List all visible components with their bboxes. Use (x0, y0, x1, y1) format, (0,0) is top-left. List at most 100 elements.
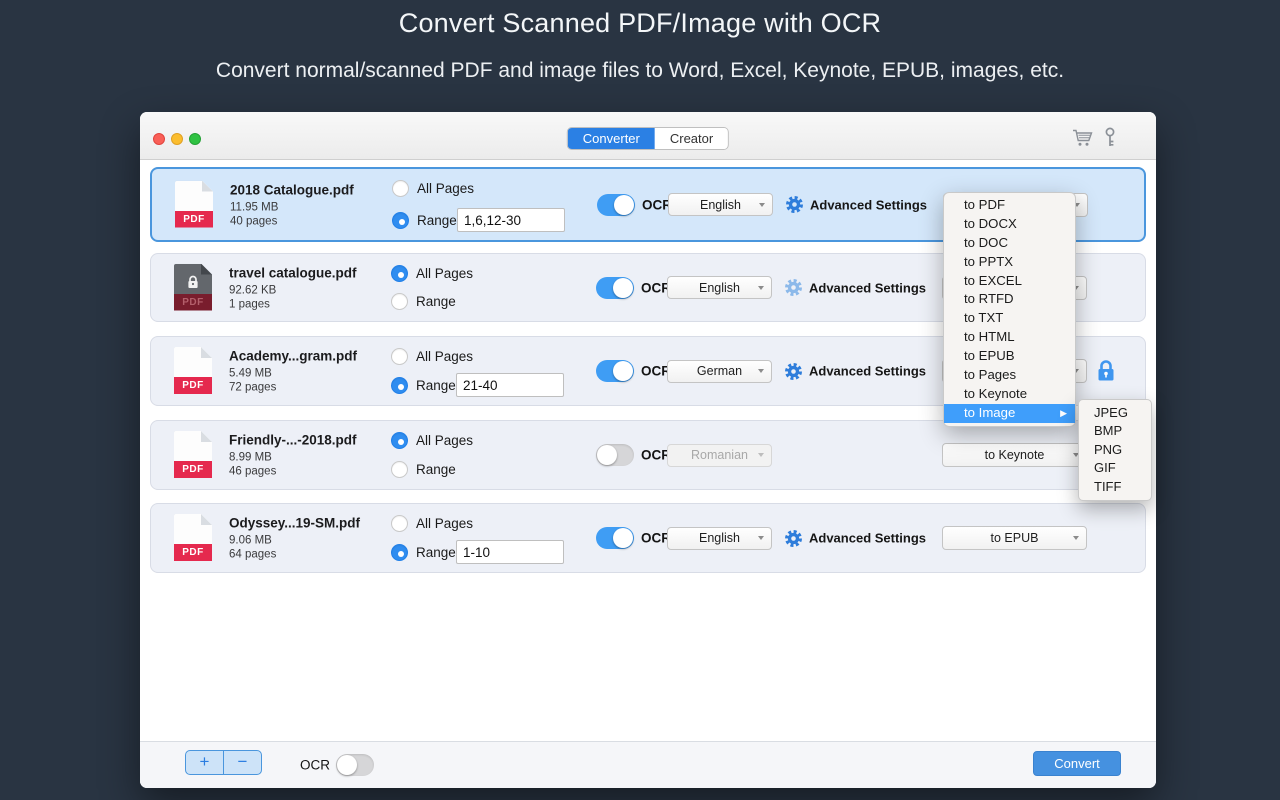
file-name: Academy...gram.pdf (229, 348, 358, 364)
key-icon[interactable] (1104, 127, 1116, 154)
pdf-badge: PDF (174, 377, 212, 394)
submenu-item-tiff[interactable]: TIFF (1079, 478, 1151, 496)
add-file-button[interactable]: + (186, 751, 223, 774)
locked-pdf-file-icon: PDF (174, 263, 212, 311)
language-select[interactable]: German (667, 359, 772, 383)
menu-item-to-excel[interactable]: to EXCEL (944, 272, 1075, 291)
pdf-badge: PDF (174, 544, 212, 561)
toggle-knob (337, 755, 357, 775)
file-name: Odyssey...19-SM.pdf (229, 515, 361, 531)
advanced-settings-link[interactable]: Advanced Settings (809, 280, 926, 295)
file-size: 92.62 KB (229, 284, 277, 296)
all-pages-radio[interactable]: All Pages (391, 348, 473, 365)
range-radio[interactable]: Range (391, 461, 456, 478)
toggle-knob (597, 445, 617, 465)
gear-icon[interactable] (784, 529, 803, 548)
gear-icon[interactable] (784, 278, 803, 297)
menu-item-to-html[interactable]: to HTML (944, 328, 1075, 347)
radio-circle (391, 515, 408, 532)
language-select[interactable]: English (667, 526, 772, 550)
all-pages-radio[interactable]: All Pages (391, 265, 473, 282)
ocr-toggle[interactable] (597, 193, 635, 216)
range-radio[interactable]: Range (391, 544, 456, 561)
convert-button[interactable]: Convert (1033, 751, 1121, 776)
file-row[interactable]: PDF Odyssey...19-SM.pdf 9.06 MB 64 pages… (150, 503, 1146, 573)
toggle-knob (613, 277, 633, 298)
output-value: to EPUB (990, 531, 1039, 545)
file-name: Friendly-...-2018.pdf (229, 432, 357, 448)
language-select[interactable]: English (667, 276, 772, 299)
remove-file-button[interactable]: − (224, 751, 261, 774)
output-format-select[interactable]: to EPUB (942, 526, 1087, 550)
file-info: Academy...gram.pdf 5.49 MB 72 pages (229, 349, 357, 394)
menu-item-to-pdf[interactable]: to PDF (944, 196, 1075, 215)
cart-icon[interactable] (1072, 129, 1094, 152)
range-label: Range (416, 462, 456, 477)
menu-item-to-docx[interactable]: to DOCX (944, 215, 1075, 234)
chevron-down-icon (1073, 536, 1079, 540)
language-value: German (696, 364, 743, 378)
file-pages: 46 pages (229, 465, 277, 478)
tab-creator[interactable]: Creator (654, 128, 729, 149)
range-input[interactable] (457, 208, 565, 232)
submenu-item-bmp[interactable]: BMP (1079, 422, 1151, 440)
lock-icon[interactable] (1095, 359, 1117, 388)
gear-icon[interactable] (785, 195, 804, 214)
global-ocr-toggle[interactable] (336, 754, 374, 776)
file-size: 9.06 MB (229, 534, 272, 547)
menu-item-to-image[interactable]: to Image ▶ (944, 403, 1075, 423)
zoom-window-button[interactable] (189, 133, 201, 145)
chevron-down-icon (758, 369, 764, 373)
close-window-button[interactable] (153, 133, 165, 145)
file-pages: 40 pages (230, 215, 278, 227)
page-fold (201, 347, 212, 358)
file-row[interactable]: PDF Friendly-...-2018.pdf 8.99 MB 46 pag… (150, 420, 1146, 490)
submenu-item-png[interactable]: PNG (1079, 441, 1151, 459)
advanced-settings-link[interactable]: Advanced Settings (809, 364, 926, 379)
pdf-badge: PDF (174, 461, 212, 478)
radio-circle (391, 377, 408, 394)
minimize-window-button[interactable] (171, 133, 183, 145)
tab-converter[interactable]: Converter (567, 128, 655, 149)
ocr-toggle[interactable] (596, 444, 634, 466)
toggle-knob (613, 361, 633, 381)
all-pages-radio[interactable]: All Pages (392, 180, 474, 197)
menu-item-to-epub[interactable]: to EPUB (944, 347, 1075, 366)
menu-item-to-keynote[interactable]: to Keynote (944, 385, 1075, 404)
ocr-toggle[interactable] (596, 360, 634, 382)
file-info: 2018 Catalogue.pdf 11.95 MB 40 pages (230, 182, 354, 227)
page-title: Convert Scanned PDF/Image with OCR (398, 8, 882, 38)
menu-item-to-pages[interactable]: to Pages (944, 366, 1075, 385)
submenu-item-gif[interactable]: GIF (1079, 459, 1151, 477)
menu-item-to-doc[interactable]: to DOC (944, 234, 1075, 253)
menu-item-to-txt[interactable]: to TXT (944, 309, 1075, 328)
radio-circle (391, 544, 408, 561)
range-radio[interactable]: Range (391, 377, 456, 394)
language-value: English (699, 280, 740, 295)
advanced-settings-link[interactable]: Advanced Settings (809, 531, 926, 546)
pdf-file-icon: PDF (174, 347, 212, 394)
page-fold (201, 263, 212, 275)
output-value: to Keynote (984, 448, 1045, 462)
all-pages-radio[interactable]: All Pages (391, 515, 473, 532)
file-info: Friendly-...-2018.pdf 8.99 MB 46 pages (229, 433, 357, 478)
advanced-settings-link[interactable]: Advanced Settings (810, 197, 927, 212)
menu-item-to-rtfd[interactable]: to RTFD (944, 290, 1075, 309)
all-pages-radio[interactable]: All Pages (391, 432, 473, 449)
submenu-item-jpeg[interactable]: JPEG (1079, 404, 1151, 422)
page-fold (202, 180, 213, 192)
ocr-toggle[interactable] (596, 276, 634, 299)
range-radio[interactable]: Range (392, 212, 457, 229)
language-select[interactable]: English (668, 193, 773, 216)
ocr-toggle[interactable] (596, 527, 634, 549)
chevron-down-icon (759, 202, 765, 207)
output-format-select[interactable]: to Keynote (942, 443, 1087, 467)
all-pages-label: All Pages (416, 433, 474, 448)
range-input[interactable] (456, 373, 564, 397)
menu-item-to-pptx[interactable]: to PPTX (944, 253, 1075, 272)
chevron-down-icon (758, 285, 764, 290)
range-radio[interactable]: Range (391, 293, 456, 310)
chevron-down-icon (758, 453, 764, 457)
gear-icon[interactable] (784, 362, 803, 381)
range-input[interactable] (456, 540, 564, 564)
